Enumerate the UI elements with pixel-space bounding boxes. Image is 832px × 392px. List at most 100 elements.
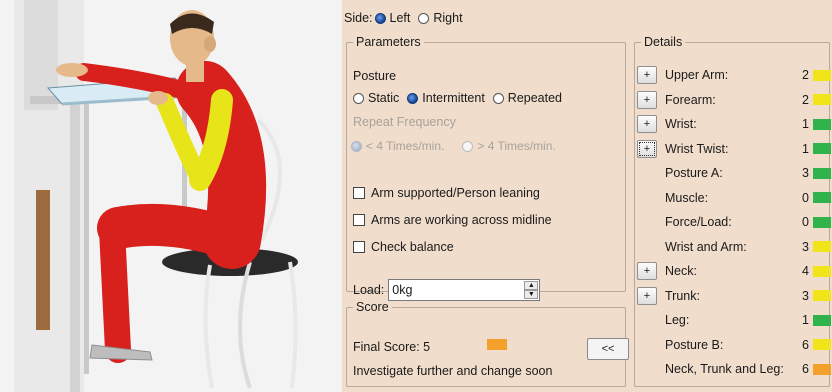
detail-color-indicator	[813, 265, 831, 277]
side-left-label: Left	[389, 11, 411, 25]
detail-color-indicator	[813, 69, 831, 81]
detail-row: + Wrist Twist: 1	[635, 138, 831, 160]
frequency-low-radio[interactable]: < 4 Times/min.	[351, 139, 444, 153]
detail-row: Wrist and Arm: 3	[635, 236, 831, 258]
expand-detail-button[interactable]: +	[637, 139, 657, 158]
posture-intermittent-label: Intermittent	[422, 91, 485, 105]
repeat-frequency-label: Repeat Frequency	[353, 115, 456, 129]
detail-label: Upper Arm:	[665, 68, 729, 82]
expand-detail-button[interactable]: +	[637, 286, 657, 305]
ergonomics-panel: Side: Left Right Parameters Posture Stat…	[342, 0, 832, 392]
parameters-group: Parameters Posture Static Intermittent R…	[346, 35, 626, 301]
left-hand	[56, 63, 88, 77]
detail-row: + Upper Arm: 2	[635, 64, 831, 86]
expand-detail-button[interactable]: +	[637, 262, 657, 280]
detail-value: 2	[802, 68, 809, 82]
frequency-high-radio[interactable]: > 4 Times/min.	[462, 139, 556, 153]
load-value: 0kg	[392, 283, 413, 297]
detail-value: 6	[802, 362, 809, 376]
posture-static-label: Static	[368, 91, 400, 105]
detail-value: 1	[802, 313, 809, 327]
detail-row: Posture A: 3	[635, 162, 831, 184]
detail-label: Force/Load:	[665, 215, 732, 229]
radio-unselected-icon	[492, 92, 504, 104]
radio-selected-icon	[407, 92, 419, 104]
spin-down-icon[interactable]: ▼	[524, 290, 539, 299]
checkbox-icon	[353, 214, 365, 226]
score-message: Investigate further and change soon	[353, 364, 553, 378]
detail-row: Force/Load: 0	[635, 211, 831, 233]
detail-value: 4	[802, 264, 809, 278]
detail-label: Leg:	[665, 313, 690, 327]
detail-color-indicator	[813, 290, 831, 301]
detail-row: Muscle: 0	[635, 187, 831, 209]
final-score: Final Score: 5	[353, 340, 431, 354]
detail-value: 2	[802, 92, 809, 107]
arm-supported-checkbox[interactable]: Arm supported/Person leaning	[353, 186, 540, 200]
side-label: Side:	[344, 11, 373, 25]
details-legend: Details	[644, 35, 683, 49]
collapse-details-button[interactable]: <<	[587, 338, 629, 360]
detail-color-indicator	[813, 167, 831, 179]
detail-row: + Neck: 4	[635, 260, 831, 282]
detail-row: Leg: 1	[635, 309, 831, 331]
detail-label: Muscle:	[665, 190, 709, 205]
checkbox-icon	[353, 187, 365, 199]
detail-value: 0	[802, 215, 809, 229]
detail-label: Wrist:	[665, 117, 697, 131]
side-right-radio[interactable]: Right	[418, 11, 463, 25]
detail-label: Posture B:	[665, 337, 724, 352]
detail-label: Neck:	[665, 264, 697, 278]
detail-value: 1	[802, 141, 809, 156]
detail-label: Forearm:	[665, 92, 716, 107]
posture-repeated-radio[interactable]: Repeated	[492, 91, 562, 105]
detail-row: + Wrist: 1	[635, 113, 831, 135]
detail-value: 3	[802, 166, 809, 180]
detail-value: 6	[802, 337, 809, 352]
detail-label: Posture A:	[665, 166, 723, 180]
final-score-color	[487, 339, 507, 350]
detail-color-indicator	[813, 192, 831, 203]
check-balance-label: Check balance	[371, 240, 454, 254]
posture-static-radio[interactable]: Static	[353, 91, 399, 105]
detail-row: + Forearm: 2	[635, 89, 831, 111]
load-label: Load:	[353, 283, 385, 297]
manikin-scene	[0, 0, 342, 392]
detail-label: Wrist Twist:	[665, 141, 729, 156]
detail-color-indicator	[813, 314, 831, 326]
detail-color-indicator	[813, 363, 831, 375]
detail-row: Neck, Trunk and Leg: 6	[635, 358, 831, 380]
detail-value: 1	[802, 117, 809, 131]
detail-row: Posture B: 6	[635, 334, 831, 356]
detail-label: Trunk:	[665, 288, 700, 303]
side-left-radio[interactable]: Left	[374, 11, 411, 25]
radio-unselected-icon	[418, 12, 430, 24]
spin-up-icon[interactable]: ▲	[524, 281, 539, 290]
expand-detail-button[interactable]: +	[637, 66, 657, 84]
side-selector: Side: Left Right	[344, 8, 471, 28]
radio-unselected-icon	[353, 92, 364, 104]
check-balance-checkbox[interactable]: Check balance	[353, 240, 454, 254]
detail-label: Wrist and Arm:	[665, 239, 747, 254]
detail-color-indicator	[813, 143, 831, 154]
manikin-viewport[interactable]	[0, 0, 342, 392]
radio-selected-icon	[374, 12, 386, 24]
door-edge	[36, 190, 50, 330]
detail-row: + Trunk: 3	[635, 285, 831, 307]
posture-intermittent-radio[interactable]: Intermittent	[407, 91, 485, 105]
detail-color-indicator	[813, 216, 831, 228]
detail-color-indicator	[813, 241, 831, 252]
radio-disabled-selected-icon	[351, 140, 362, 152]
across-midline-checkbox[interactable]: Arms are working across midline	[353, 213, 552, 227]
expand-detail-button[interactable]: +	[637, 115, 657, 133]
expand-detail-button[interactable]: +	[637, 90, 657, 109]
detail-value: 0	[802, 190, 809, 205]
side-right-label: Right	[433, 11, 463, 25]
radio-disabled-icon	[462, 140, 474, 152]
score-legend: Score	[356, 300, 389, 314]
detail-value: 3	[802, 288, 809, 303]
load-spinbox[interactable]: 0kg ▲ ▼	[388, 279, 541, 301]
frequency-high-label: > 4 Times/min.	[477, 139, 556, 153]
parameters-legend: Parameters	[356, 35, 421, 49]
details-group: Details + Upper Arm: 2 + Forearm: 2 + Wrist: 1 + W…	[634, 35, 831, 387]
